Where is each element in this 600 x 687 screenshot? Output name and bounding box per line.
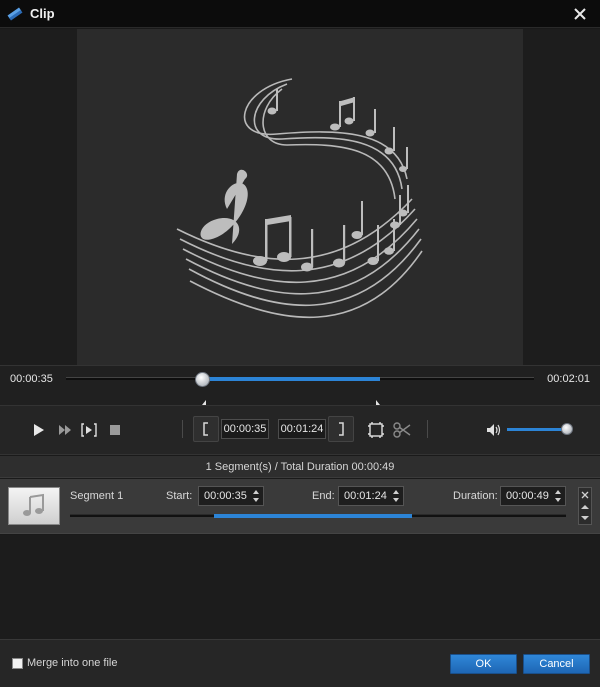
segment-side-buttons bbox=[578, 487, 592, 525]
volume-slider[interactable] bbox=[507, 428, 567, 431]
ok-button[interactable]: OK bbox=[450, 654, 517, 674]
move-down-icon[interactable] bbox=[581, 515, 589, 521]
segment-end-stepper[interactable]: 00:01:24 bbox=[338, 486, 404, 506]
video-preview bbox=[0, 29, 600, 365]
duration-label: Duration: bbox=[453, 490, 498, 502]
set-start-bracket-icon[interactable] bbox=[193, 416, 219, 442]
stepper-arrows-icon[interactable] bbox=[392, 488, 400, 504]
segment-track[interactable] bbox=[70, 514, 566, 518]
play-icon[interactable] bbox=[31, 422, 47, 438]
scissors-icon[interactable] bbox=[392, 420, 412, 440]
segment-duration-stepper[interactable]: 00:00:49 bbox=[500, 486, 566, 506]
move-up-icon[interactable] bbox=[581, 504, 589, 510]
frame-step-icon[interactable] bbox=[80, 421, 98, 439]
end-label: End: bbox=[312, 490, 335, 502]
preview-frame bbox=[77, 29, 523, 365]
dialog-footer: Merge into one file OK Cancel bbox=[0, 639, 600, 687]
app-icon bbox=[6, 5, 24, 23]
separator bbox=[182, 420, 183, 438]
merge-checkbox[interactable] bbox=[12, 657, 23, 669]
end-time-box[interactable]: 00:01:24 bbox=[278, 419, 326, 439]
segment-name: Segment 1 bbox=[70, 490, 124, 502]
volume-knob[interactable] bbox=[561, 423, 573, 435]
window-title: Clip bbox=[30, 6, 55, 21]
start-time-box[interactable]: 00:00:35 bbox=[221, 419, 269, 439]
stop-icon[interactable] bbox=[108, 423, 122, 437]
stepper-arrows-icon[interactable] bbox=[554, 488, 562, 504]
segment-row[interactable]: Segment 1 Start: 00:00:35 End: 00:01:24 … bbox=[0, 479, 600, 534]
separator bbox=[427, 420, 428, 438]
playback-controls: 00:00:35 00:01:24 bbox=[0, 405, 600, 455]
timeline-bar: 00:00:35 00:02:01 bbox=[0, 365, 600, 410]
set-end-bracket-icon[interactable] bbox=[328, 416, 354, 442]
timeline-track[interactable] bbox=[66, 372, 534, 410]
current-time: 00:00:35 bbox=[10, 373, 53, 385]
stepper-arrows-icon[interactable] bbox=[252, 488, 260, 504]
music-notes-artwork bbox=[176, 78, 423, 319]
title-bar: Clip bbox=[0, 0, 600, 28]
segment-thumbnail bbox=[8, 487, 60, 525]
merge-checkbox-row[interactable]: Merge into one file bbox=[12, 657, 118, 669]
total-time: 00:02:01 bbox=[547, 373, 590, 385]
crop-icon[interactable] bbox=[366, 420, 386, 440]
merge-label: Merge into one file bbox=[27, 657, 118, 669]
segment-duration-value: 00:00:49 bbox=[506, 490, 549, 502]
segment-start-stepper[interactable]: 00:00:35 bbox=[198, 486, 264, 506]
volume-icon[interactable] bbox=[485, 422, 503, 438]
segment-summary: 1 Segment(s) / Total Duration 00:00:49 bbox=[0, 456, 600, 478]
segment-list-empty-area bbox=[0, 535, 600, 639]
music-note-icon bbox=[23, 493, 44, 516]
cancel-button[interactable]: Cancel bbox=[523, 654, 590, 674]
start-label: Start: bbox=[166, 490, 193, 502]
selected-range bbox=[201, 377, 380, 381]
fast-forward-icon[interactable] bbox=[57, 422, 73, 438]
segment-start-value: 00:00:35 bbox=[204, 490, 247, 502]
playhead-knob[interactable] bbox=[194, 372, 210, 387]
segment-end-value: 00:01:24 bbox=[344, 490, 387, 502]
close-icon[interactable] bbox=[570, 4, 590, 24]
remove-icon[interactable] bbox=[581, 491, 589, 499]
segment-range bbox=[213, 514, 413, 518]
